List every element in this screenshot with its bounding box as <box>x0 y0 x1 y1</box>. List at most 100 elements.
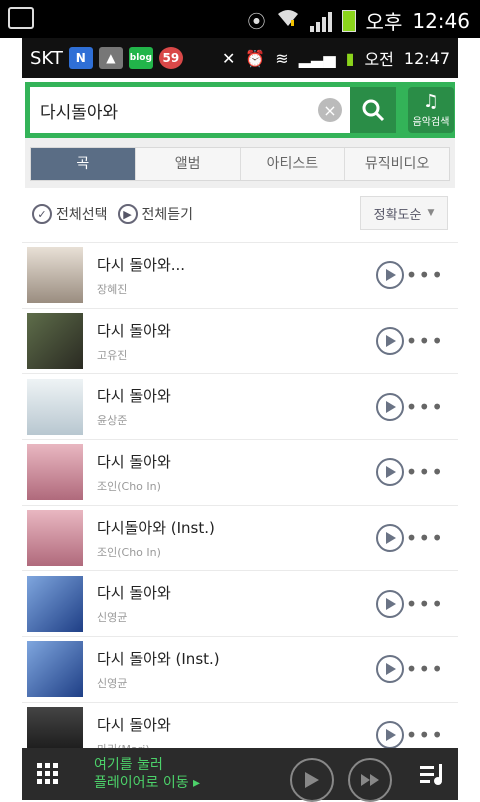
album-thumbnail[interactable] <box>27 444 83 501</box>
strawberry-icon: 59 <box>158 47 183 69</box>
play-circle-icon: ▶ <box>117 204 138 224</box>
gallery-notification-icon <box>8 7 34 29</box>
album-thumbnail[interactable] <box>27 575 83 632</box>
clear-search-button[interactable]: × <box>318 98 342 122</box>
player-play-button[interactable] <box>290 758 334 802</box>
song-artist: 고유진 <box>97 348 128 362</box>
inner-ampm: 오전 <box>364 50 394 69</box>
album-thumbnail[interactable] <box>27 313 83 370</box>
album-thumbnail[interactable] <box>27 641 83 698</box>
song-row[interactable]: 다시 돌아와 조인(Cho In) ••• <box>22 439 458 505</box>
music-search-label: 음악검색 <box>412 116 450 128</box>
fast-forward-icon <box>361 774 379 786</box>
tab-artists[interactable]: 아티스트 <box>241 148 346 180</box>
play-button[interactable] <box>376 721 404 750</box>
song-row[interactable]: 다시 돌아와... 장혜진 ••• <box>22 242 458 308</box>
player-hint-line2: 플레이어로 이동 ▸ <box>94 775 201 791</box>
search-input[interactable] <box>38 99 318 121</box>
more-options-icon[interactable]: ••• <box>406 723 444 747</box>
category-tabs: 곡 앨범 아티스트 뮤직비디오 <box>30 147 450 181</box>
play-button[interactable] <box>376 327 404 356</box>
wifi-icon <box>276 8 300 33</box>
wifi-icon-small: ≋ <box>275 48 289 68</box>
play-icon <box>386 269 396 282</box>
more-options-icon[interactable]: ••• <box>406 395 444 419</box>
song-list: 다시 돌아와... 장혜진 ••• 다시 돌아와 고유진 ••• 다시 돌아와 윤상준… <box>22 242 458 768</box>
mute-icon: ✕ <box>221 48 236 68</box>
grid-icon <box>37 763 58 784</box>
close-icon: × <box>323 100 337 120</box>
album-thumbnail[interactable] <box>27 510 83 567</box>
song-artist: 조인(Cho In) <box>97 545 161 559</box>
song-title: 다시 돌아와... <box>97 255 186 274</box>
search-bar: × ♫ 음악검색 <box>25 82 455 138</box>
song-row[interactable]: 다시 돌아와 고유진 ••• <box>22 307 458 374</box>
play-all-button[interactable]: ▶ 전체듣기 <box>117 204 194 224</box>
check-icon: ✓ <box>32 204 52 224</box>
app-frame: SKT N ▲ blog 59 ✕ ⏰ ≋ ▂▃▅ ▮ 오전 12:47 × ♫… <box>22 38 458 802</box>
more-options-icon[interactable]: ••• <box>406 329 444 353</box>
more-options-icon[interactable]: ••• <box>406 263 444 287</box>
more-options-icon[interactable]: ••• <box>406 526 444 550</box>
more-options-icon[interactable]: ••• <box>406 460 444 484</box>
player-hint[interactable]: 여기를 눌러 플레이어로 이동 ▸ <box>94 756 200 792</box>
more-options-icon[interactable]: ••• <box>406 592 444 616</box>
song-row[interactable]: 다시돌아와 (Inst.) 조인(Cho In) ••• <box>22 504 458 571</box>
sort-dropdown[interactable]: 정확도순 ▼ <box>360 196 448 230</box>
play-icon <box>386 532 396 545</box>
song-row[interactable]: 다시 돌아와 (Inst.) 신영균 ••• <box>22 636 458 702</box>
album-thumbnail[interactable] <box>27 378 83 435</box>
naver-icon: N <box>68 47 93 69</box>
tab-albums[interactable]: 앨범 <box>136 148 241 180</box>
mini-player[interactable]: 여기를 눌러 플레이어로 이동 ▸ <box>22 748 458 802</box>
sort-label: 정확도순 <box>373 207 422 223</box>
song-row[interactable]: 다시 돌아와 윤상준 ••• <box>22 373 458 439</box>
song-title: 다시돌아와 (Inst.) <box>97 518 215 537</box>
inner-status-bar: SKT N ▲ blog 59 ✕ ⏰ ≋ ▂▃▅ ▮ 오전 12:47 <box>22 38 458 78</box>
search-icon <box>362 99 385 122</box>
song-artist: 신영균 <box>97 676 128 690</box>
player-next-button[interactable] <box>348 758 392 802</box>
tab-music-videos[interactable]: 뮤직비디오 <box>345 148 449 180</box>
play-button[interactable] <box>376 392 404 421</box>
song-row[interactable]: 다시 돌아와 신영균 ••• <box>22 570 458 636</box>
playlist-icon <box>420 764 442 785</box>
play-icon <box>305 772 319 788</box>
blog-icon: blog <box>128 47 153 69</box>
music-search-button[interactable]: ♫ 음악검색 <box>408 87 454 133</box>
select-all-button[interactable]: ✓ 전체선택 <box>32 204 108 224</box>
album-thumbnail[interactable] <box>27 247 83 304</box>
list-actions: ✓ 전체선택 ▶ 전체듣기 정확도순 ▼ <box>22 188 458 240</box>
inner-time: 12:47 <box>403 48 450 68</box>
playlist-button[interactable] <box>420 764 446 790</box>
play-icon <box>386 335 396 348</box>
status-ampm: 오후 <box>365 10 403 34</box>
song-title: 다시 돌아와 <box>97 715 171 734</box>
menu-grid-button[interactable] <box>22 748 74 800</box>
player-hint-line1: 여기를 눌러 <box>94 757 163 773</box>
play-button[interactable] <box>376 589 404 618</box>
system-status-bar: ⦿ 오후 12:46 <box>0 0 480 38</box>
song-title: 다시 돌아와 (Inst.) <box>97 649 220 668</box>
vibrate-icon: ⦿ <box>247 11 266 33</box>
battery-icon <box>341 9 356 32</box>
tab-songs[interactable]: 곡 <box>31 148 136 180</box>
gallery-icon: ▲ <box>98 47 123 69</box>
play-all-label: 전체듣기 <box>141 207 194 223</box>
song-title: 다시 돌아와 <box>97 387 171 406</box>
select-all-label: 전체선택 <box>56 207 108 223</box>
status-time: 12:46 <box>412 8 470 33</box>
more-options-icon[interactable]: ••• <box>406 657 444 681</box>
music-note-icon: ♫ <box>422 90 440 112</box>
play-icon <box>386 729 396 742</box>
search-box: × <box>30 87 350 133</box>
search-button[interactable] <box>350 87 396 133</box>
song-title: 다시 돌아와 <box>97 452 171 471</box>
song-artist: 신영균 <box>97 611 128 625</box>
signal-icon <box>309 10 332 32</box>
alarm-icon: ⏰ <box>245 48 266 68</box>
song-artist: 장혜진 <box>97 282 128 296</box>
carrier-label: SKT <box>30 47 63 69</box>
play-button[interactable] <box>376 524 404 553</box>
play-icon <box>386 663 396 676</box>
